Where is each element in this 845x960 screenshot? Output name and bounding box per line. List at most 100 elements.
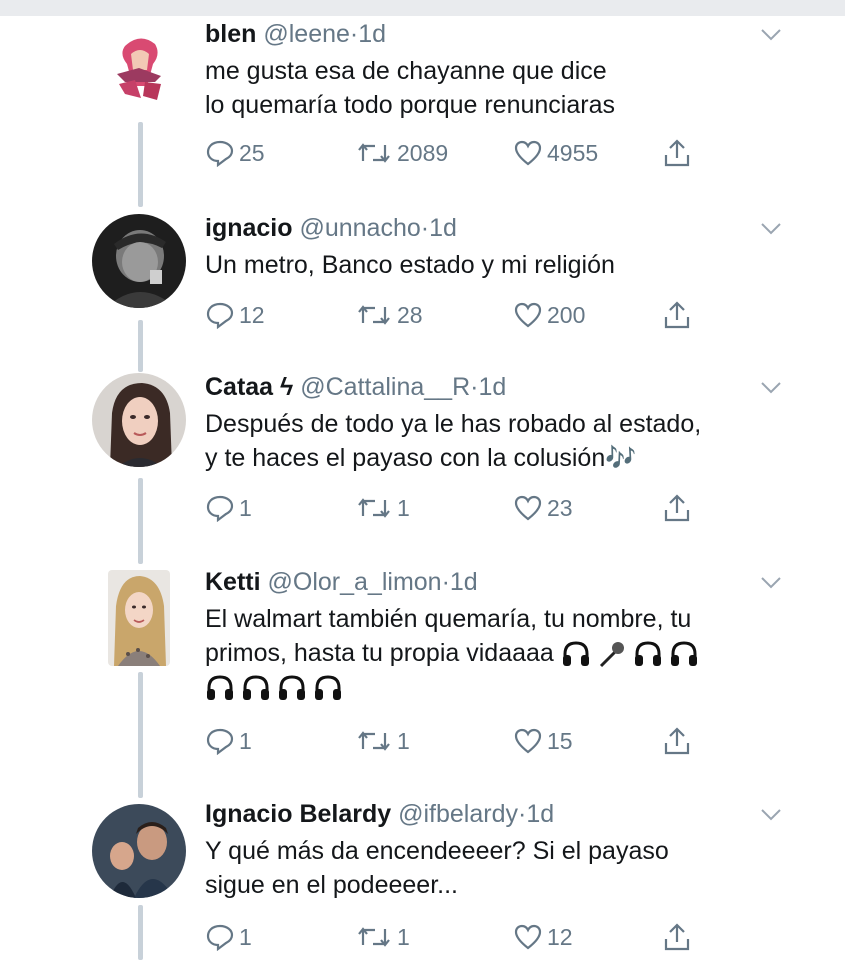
user-handle[interactable]: @Cattalina__R	[300, 373, 470, 401]
tweet-text-line: Un metro, Banco estado y mi religión	[205, 251, 615, 279]
headphone-icon	[207, 675, 233, 701]
timestamp[interactable]: 1d	[450, 568, 478, 596]
user-handle[interactable]: @leene	[263, 20, 350, 48]
tweet-text-line: sigue en el podeeeer...	[205, 871, 458, 899]
display-name[interactable]: blen	[205, 20, 256, 48]
chevron-down-icon[interactable]	[760, 808, 782, 822]
reply-count: 1	[239, 727, 252, 754]
like-count: 4955	[547, 139, 599, 166]
tweet-header: blen @leene·1d	[205, 18, 386, 50]
reply-count: 1	[239, 923, 252, 950]
chevron-down-icon[interactable]	[760, 222, 782, 236]
like-button[interactable]: 4955	[513, 136, 598, 170]
tweet-actions: 1 1 15	[205, 724, 705, 758]
retweet-button[interactable]: 1	[355, 724, 410, 758]
retweet-count: 1	[397, 494, 410, 521]
retweet-button[interactable]: 1	[355, 920, 410, 954]
share-icon	[664, 494, 690, 522]
share-button[interactable]	[662, 136, 692, 170]
retweet-icon	[358, 927, 390, 947]
heart-icon	[514, 140, 542, 166]
retweet-count: 1	[397, 727, 410, 754]
reply-icon	[206, 728, 234, 755]
avatar-photo	[92, 214, 186, 308]
display-name[interactable]: Cataa ϟ	[205, 373, 293, 401]
reply-count: 25	[239, 139, 265, 166]
reply-button[interactable]: 1	[205, 920, 252, 954]
share-button[interactable]	[662, 298, 692, 332]
tweet-text-line	[205, 670, 699, 704]
tweet-text: El walmart también quemaría, tu nombre, …	[205, 602, 699, 704]
tweet-text-line: El walmart también quemaría, tu nombre, …	[205, 605, 692, 633]
share-button[interactable]	[662, 491, 692, 525]
emoji-row	[205, 674, 343, 702]
like-button[interactable]: 200	[513, 298, 585, 332]
like-button[interactable]: 15	[513, 724, 573, 758]
separator: ·	[420, 214, 430, 242]
retweet-button[interactable]: 28	[355, 298, 423, 332]
reply-icon	[206, 924, 234, 951]
avatar[interactable]	[92, 804, 186, 898]
reply-icon	[206, 140, 234, 167]
user-handle[interactable]: @ifbelardy	[398, 800, 518, 828]
chevron-down-icon[interactable]	[760, 381, 782, 395]
share-icon	[664, 139, 690, 167]
display-name[interactable]: ignacio	[205, 214, 293, 242]
like-button[interactable]: 12	[513, 920, 573, 954]
display-name[interactable]: Ignacio Belardy	[205, 800, 391, 828]
tweet[interactable]: Cataa ϟ @Cattalina__R·1d Después de todo…	[0, 371, 845, 541]
heart-icon	[514, 924, 542, 950]
retweet-icon	[358, 305, 390, 325]
share-icon	[664, 727, 690, 755]
emoji-row	[561, 640, 699, 668]
retweet-button[interactable]: 2089	[355, 136, 448, 170]
tweet-text: Después de todo ya le has robado al esta…	[205, 407, 701, 475]
reply-button[interactable]: 1	[205, 724, 252, 758]
avatar-photo	[92, 804, 186, 898]
headphone-icon	[562, 641, 589, 667]
separator: ·	[349, 20, 359, 48]
tweet-actions: 1 1 12	[205, 920, 705, 954]
retweet-count: 1	[397, 923, 410, 950]
like-button[interactable]: 23	[513, 491, 573, 525]
reply-button[interactable]: 12	[205, 298, 265, 332]
heart-icon	[514, 495, 542, 521]
tweet[interactable]: ignacio @unnacho·1d Un metro, Banco esta…	[0, 212, 845, 342]
reply-count: 1	[239, 494, 252, 521]
tweet-text: me gusta esa de chayanne que dice lo que…	[205, 54, 615, 122]
avatar[interactable]	[95, 24, 185, 114]
avatar[interactable]	[92, 373, 186, 467]
chevron-down-icon[interactable]	[760, 576, 782, 590]
headphone-icon	[634, 641, 661, 667]
reply-button[interactable]: 1	[205, 491, 252, 525]
timestamp[interactable]: 1d	[358, 20, 386, 48]
timestamp[interactable]: 1d	[429, 214, 457, 242]
heart-icon	[514, 302, 542, 328]
like-count: 15	[547, 727, 573, 754]
share-button[interactable]	[662, 724, 692, 758]
microphone-icon	[599, 642, 624, 668]
retweet-button[interactable]: 1	[355, 491, 410, 525]
share-icon	[664, 301, 690, 329]
retweet-icon	[358, 143, 390, 163]
tweet-text: Un metro, Banco estado y mi religión	[205, 248, 615, 282]
avatar[interactable]	[92, 214, 186, 308]
tweet[interactable]: blen @leene·1d me gusta esa de chayanne …	[0, 18, 845, 188]
avatar[interactable]	[108, 570, 170, 666]
reply-button[interactable]: 25	[205, 136, 265, 170]
heart-icon	[514, 728, 542, 754]
tweet-actions: 1 1 23	[205, 491, 705, 525]
chevron-down-icon[interactable]	[760, 28, 782, 42]
tweet[interactable]: Ignacio Belardy @ifbelardy·1d Y qué más …	[0, 798, 845, 960]
tweet-text-line: primos, hasta tu propia vidaaaa	[205, 636, 699, 670]
timestamp[interactable]: 1d	[526, 800, 554, 828]
like-count: 23	[547, 494, 573, 521]
tweet[interactable]: Ketti @Olor_a_limon·1d El walmart tambié…	[0, 566, 845, 771]
user-handle[interactable]: @Olor_a_limon	[268, 568, 442, 596]
headphone-icon	[279, 675, 305, 701]
like-count: 12	[547, 923, 573, 950]
timestamp[interactable]: 1d	[478, 373, 506, 401]
display-name[interactable]: Ketti	[205, 568, 261, 596]
share-button[interactable]	[662, 920, 692, 954]
user-handle[interactable]: @unnacho	[299, 214, 420, 242]
